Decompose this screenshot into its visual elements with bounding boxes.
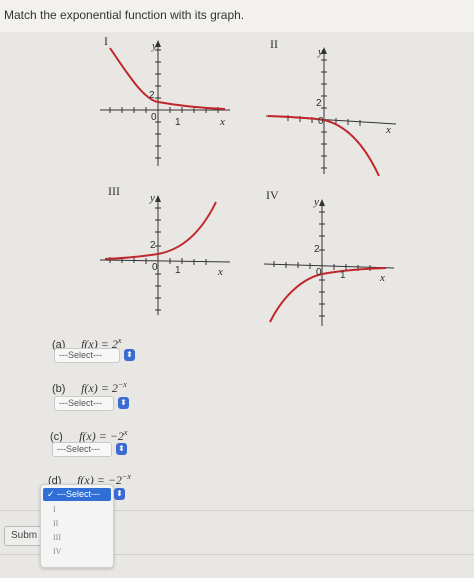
y-axis-label: y — [152, 40, 157, 52]
graph-3: y x 2 0 1 — [99, 190, 240, 320]
dropdown-option-ii[interactable]: II — [53, 519, 58, 528]
dropdown-option-iii[interactable]: III — [53, 533, 61, 542]
answer-select-a[interactable]: ---Select--- ⬍ — [54, 348, 135, 363]
graph-4: y x 2 0 1 — [263, 194, 404, 334]
function-expression: f(x) = −2x — [79, 428, 128, 443]
x-tick-label: 1 — [175, 117, 181, 128]
answer-select-b[interactable]: ---Select--- ⬍ — [54, 396, 129, 411]
select-arrow-icon[interactable]: ⬍ — [124, 349, 135, 361]
origin-label: 0 — [318, 116, 324, 127]
x-tick-label: 1 — [175, 265, 181, 276]
graph-1-plot — [100, 40, 230, 166]
select-value: ---Select--- — [59, 398, 102, 408]
y-tick-label: 2 — [316, 98, 322, 109]
part-b: (b) f(x) = 2−x — [52, 380, 127, 396]
dropdown-option-iv[interactable]: IV — [53, 547, 61, 556]
question-prompt: Match the exponential function with its … — [4, 8, 245, 22]
curve — [104, 201, 217, 260]
select-arrow-icon[interactable]: ⬍ — [114, 488, 125, 500]
x-axis-label: x — [218, 266, 223, 278]
origin-label: 0 — [151, 112, 157, 123]
x-tick-label: 1 — [340, 270, 346, 281]
dropdown-option-i[interactable]: I — [53, 505, 56, 514]
graph-1: y x 2 0 1 — [100, 38, 240, 168]
select-value: ---Select--- — [59, 350, 102, 360]
dropdown-option-selected[interactable]: ✓ ---Select--- — [43, 488, 111, 501]
y-axis-arrow-icon — [319, 199, 325, 206]
graph-2-plot — [265, 47, 397, 177]
answer-select-d-dropdown[interactable]: ✓ ---Select--- I II III IV — [40, 484, 114, 568]
origin-label: 0 — [316, 267, 322, 278]
x-axis-label: x — [380, 272, 385, 284]
function-expression: f(x) = 2−x — [81, 380, 127, 395]
part-label: (b) — [52, 383, 66, 395]
y-tick-label: 2 — [150, 240, 156, 251]
x-axis — [263, 263, 395, 269]
y-axis-label: y — [318, 46, 323, 58]
y-axis-label: y — [314, 196, 319, 208]
y-tick-label: 2 — [149, 90, 155, 101]
origin-label: 0 — [152, 262, 158, 273]
curve — [269, 267, 387, 323]
y-tick-label: 2 — [314, 244, 320, 255]
answer-select-c[interactable]: ---Select--- ⬍ — [52, 442, 127, 457]
select-value: ---Select--- — [57, 444, 100, 454]
select-arrow-icon[interactable]: ⬍ — [116, 443, 127, 455]
graph-3-plot — [99, 195, 231, 315]
graph-4-plot — [263, 199, 395, 326]
curve — [109, 47, 226, 110]
graph-2: y x 2 0 — [265, 42, 406, 182]
x-axis-label: x — [386, 124, 391, 136]
select-arrow-icon[interactable]: ⬍ — [118, 397, 129, 409]
x-axis — [99, 259, 231, 263]
x-axis-label: x — [220, 116, 225, 128]
y-axis-label: y — [150, 192, 155, 204]
y-axis-arrow-icon — [155, 195, 161, 202]
